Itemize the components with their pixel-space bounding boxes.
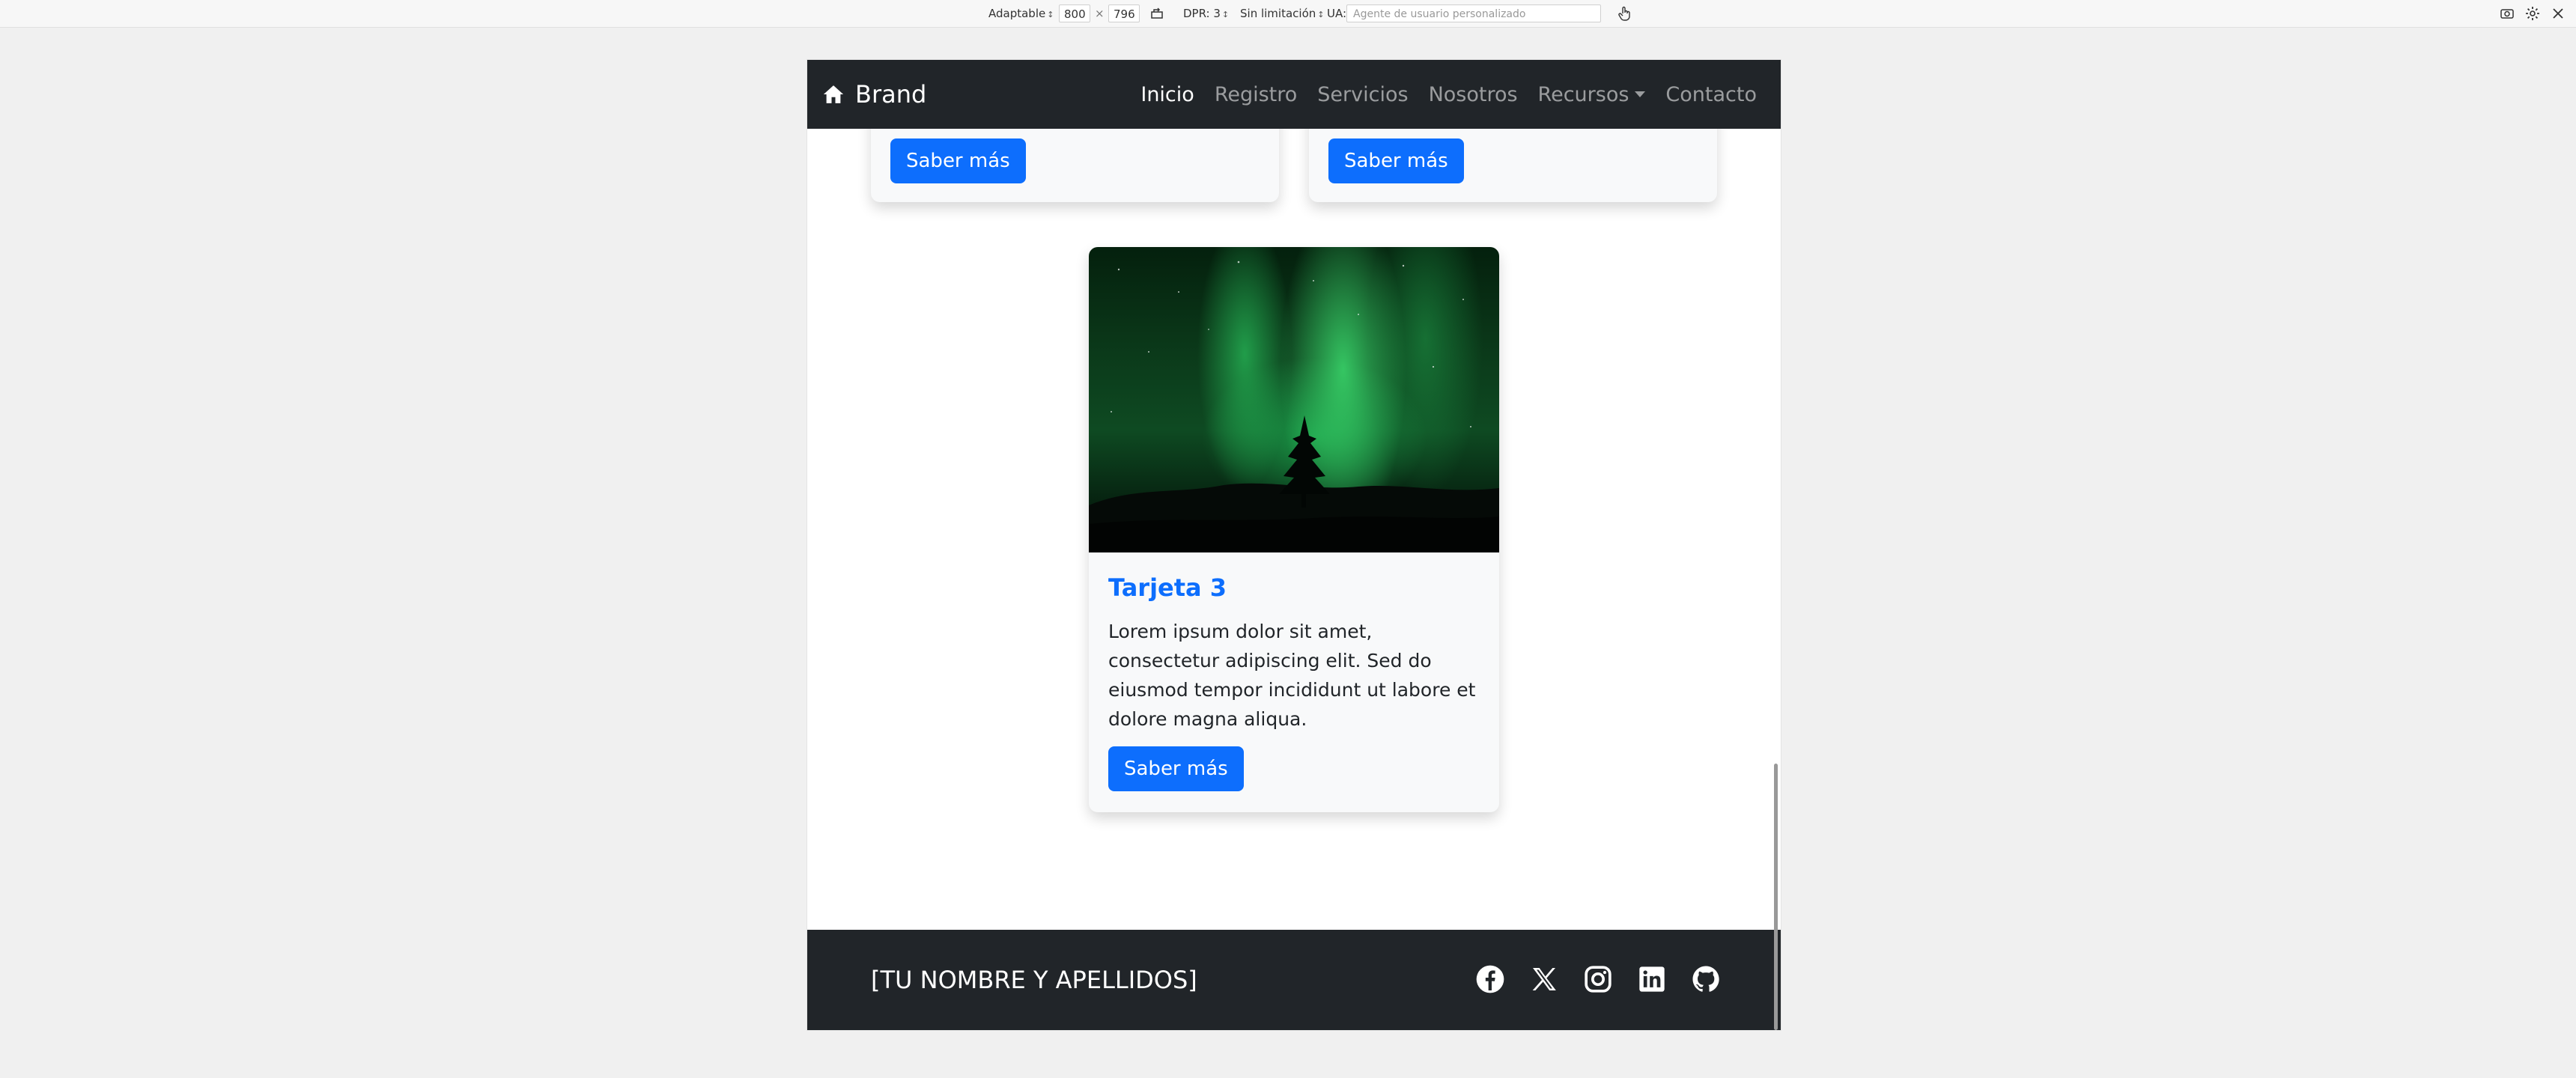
ua-input[interactable]: Agente de usuario personalizado [1346,4,1601,22]
card-3-text: Lorem ipsum dolor sit amet, consectetur … [1108,621,1476,730]
card-3-title[interactable]: Tarjeta 3 [1108,573,1480,602]
dpr-label: DPR: 3 [1183,7,1221,20]
throttling-label: Sin limitación [1240,7,1316,20]
card-3-body: Tarjeta 3 Lorem ipsum dolor sit amet, co… [1108,573,1480,734]
facebook-icon[interactable] [1475,964,1505,994]
scrollbar[interactable] [1774,764,1778,1030]
nav-link-inicio[interactable]: Inicio [1140,83,1194,106]
nav-link-nosotros[interactable]: Nosotros [1429,83,1518,106]
responsive-viewport: Saber más Saber más Tarjeta 3 Lorem ipsu… [807,60,1781,1030]
navbar-brand[interactable]: Brand [822,60,926,129]
instagram-icon[interactable] [1583,964,1613,994]
chevron-down-icon [1635,91,1646,97]
nav-links: Inicio Registro Servicios Nosotros Recur… [1120,60,1757,129]
device-mode-select[interactable]: Adaptable [988,4,1054,22]
card-1-button[interactable]: Saber más [890,138,1026,183]
viewport-width-input[interactable]: 800 [1059,4,1090,22]
nav-link-contacto[interactable]: Contacto [1665,83,1757,106]
viewport-height-input[interactable]: 796 [1108,4,1140,22]
throttling-select[interactable]: Sin limitación [1240,4,1324,22]
touch-simulation-icon[interactable] [1614,4,1634,22]
nav-dropdown-recursos[interactable]: Recursos [1538,83,1646,106]
github-icon[interactable] [1691,964,1721,994]
aurora-image [1089,247,1499,552]
navbar: Brand Inicio Registro Servicios Nosotros… [807,60,1781,129]
card-3: Tarjeta 3 Lorem ipsum dolor sit amet, co… [1089,247,1499,812]
settings-gear-icon[interactable] [2522,4,2543,22]
dpr-select[interactable]: DPR: 3 [1183,4,1229,22]
nav-dropdown-recursos-label: Recursos [1537,82,1629,106]
devtools-toolbar: Adaptable 800 × 796 DPR: 3 Sin limitació… [0,0,2576,28]
house-icon [823,85,844,103]
nav-link-servicios[interactable]: Servicios [1317,83,1408,106]
screenshot-icon[interactable] [2497,4,2518,22]
card-3-button[interactable]: Saber más [1108,746,1244,791]
footer-author-name: [TU NOMBRE Y APELLIDOS] [871,966,1197,994]
close-icon[interactable] [2548,4,2569,22]
nav-link-registro[interactable]: Registro [1215,83,1297,106]
brand-label: Brand [855,80,927,109]
rotate-icon[interactable] [1147,4,1167,22]
card-2-button[interactable]: Saber más [1328,138,1464,183]
footer: [TU NOMBRE Y APELLIDOS] [807,930,1781,1030]
social-links [1475,964,1721,994]
x-icon[interactable] [1529,964,1559,994]
dimension-separator: × [1095,7,1105,20]
device-mode-label: Adaptable [988,7,1046,20]
linkedin-icon[interactable] [1637,964,1667,994]
ua-label: UA: [1327,7,1347,20]
